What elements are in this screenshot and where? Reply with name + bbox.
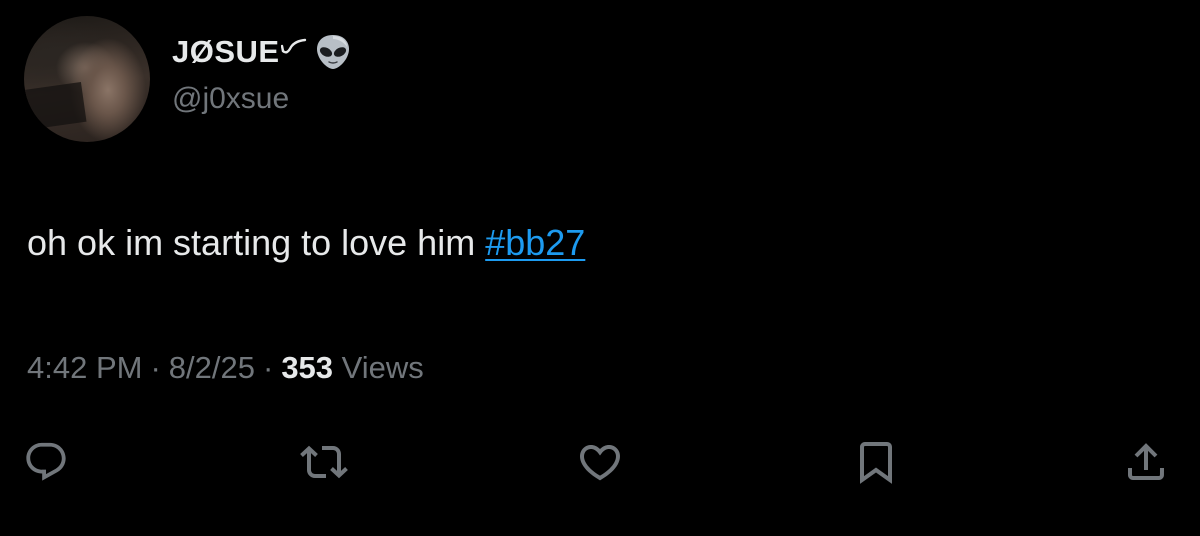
reply-button[interactable] xyxy=(18,432,74,492)
user-handle[interactable]: @j0xsue xyxy=(172,82,289,116)
tweet-date[interactable]: 8/2/25 xyxy=(169,350,255,385)
retweet-button[interactable] xyxy=(296,432,352,492)
views-count[interactable]: 353 xyxy=(281,350,333,385)
display-name[interactable]: JØSUE xyxy=(172,34,280,70)
reply-icon xyxy=(26,442,66,481)
tweet-body: oh ok im starting to love him xyxy=(27,222,486,263)
share-icon xyxy=(1128,443,1164,480)
heart-icon xyxy=(579,445,621,481)
alien-emoji-icon xyxy=(316,35,349,69)
author-name-row: JØSUE xyxy=(172,30,351,74)
flourish-icon xyxy=(280,38,306,54)
tweet: JØSUE @j0xsue oh ok im starting to love … xyxy=(0,0,1200,536)
tweet-text: oh ok im starting to love him #bb27 xyxy=(27,222,585,264)
meta-separator: · xyxy=(150,350,161,385)
tweet-meta: 4:42 PM · 8/2/25 · 353 Views xyxy=(27,350,424,386)
hashtag-link[interactable]: #bb27 xyxy=(485,222,585,263)
avatar[interactable] xyxy=(24,16,150,142)
tweet-time[interactable]: 4:42 PM xyxy=(27,350,142,385)
like-button[interactable] xyxy=(572,432,628,492)
retweet-icon xyxy=(300,445,348,479)
action-bar xyxy=(0,432,1200,496)
share-button[interactable] xyxy=(1118,432,1174,492)
bookmark-icon xyxy=(860,442,892,484)
views-label[interactable]: Views xyxy=(342,350,424,385)
meta-separator: · xyxy=(262,350,274,385)
bookmark-button[interactable] xyxy=(848,432,904,492)
